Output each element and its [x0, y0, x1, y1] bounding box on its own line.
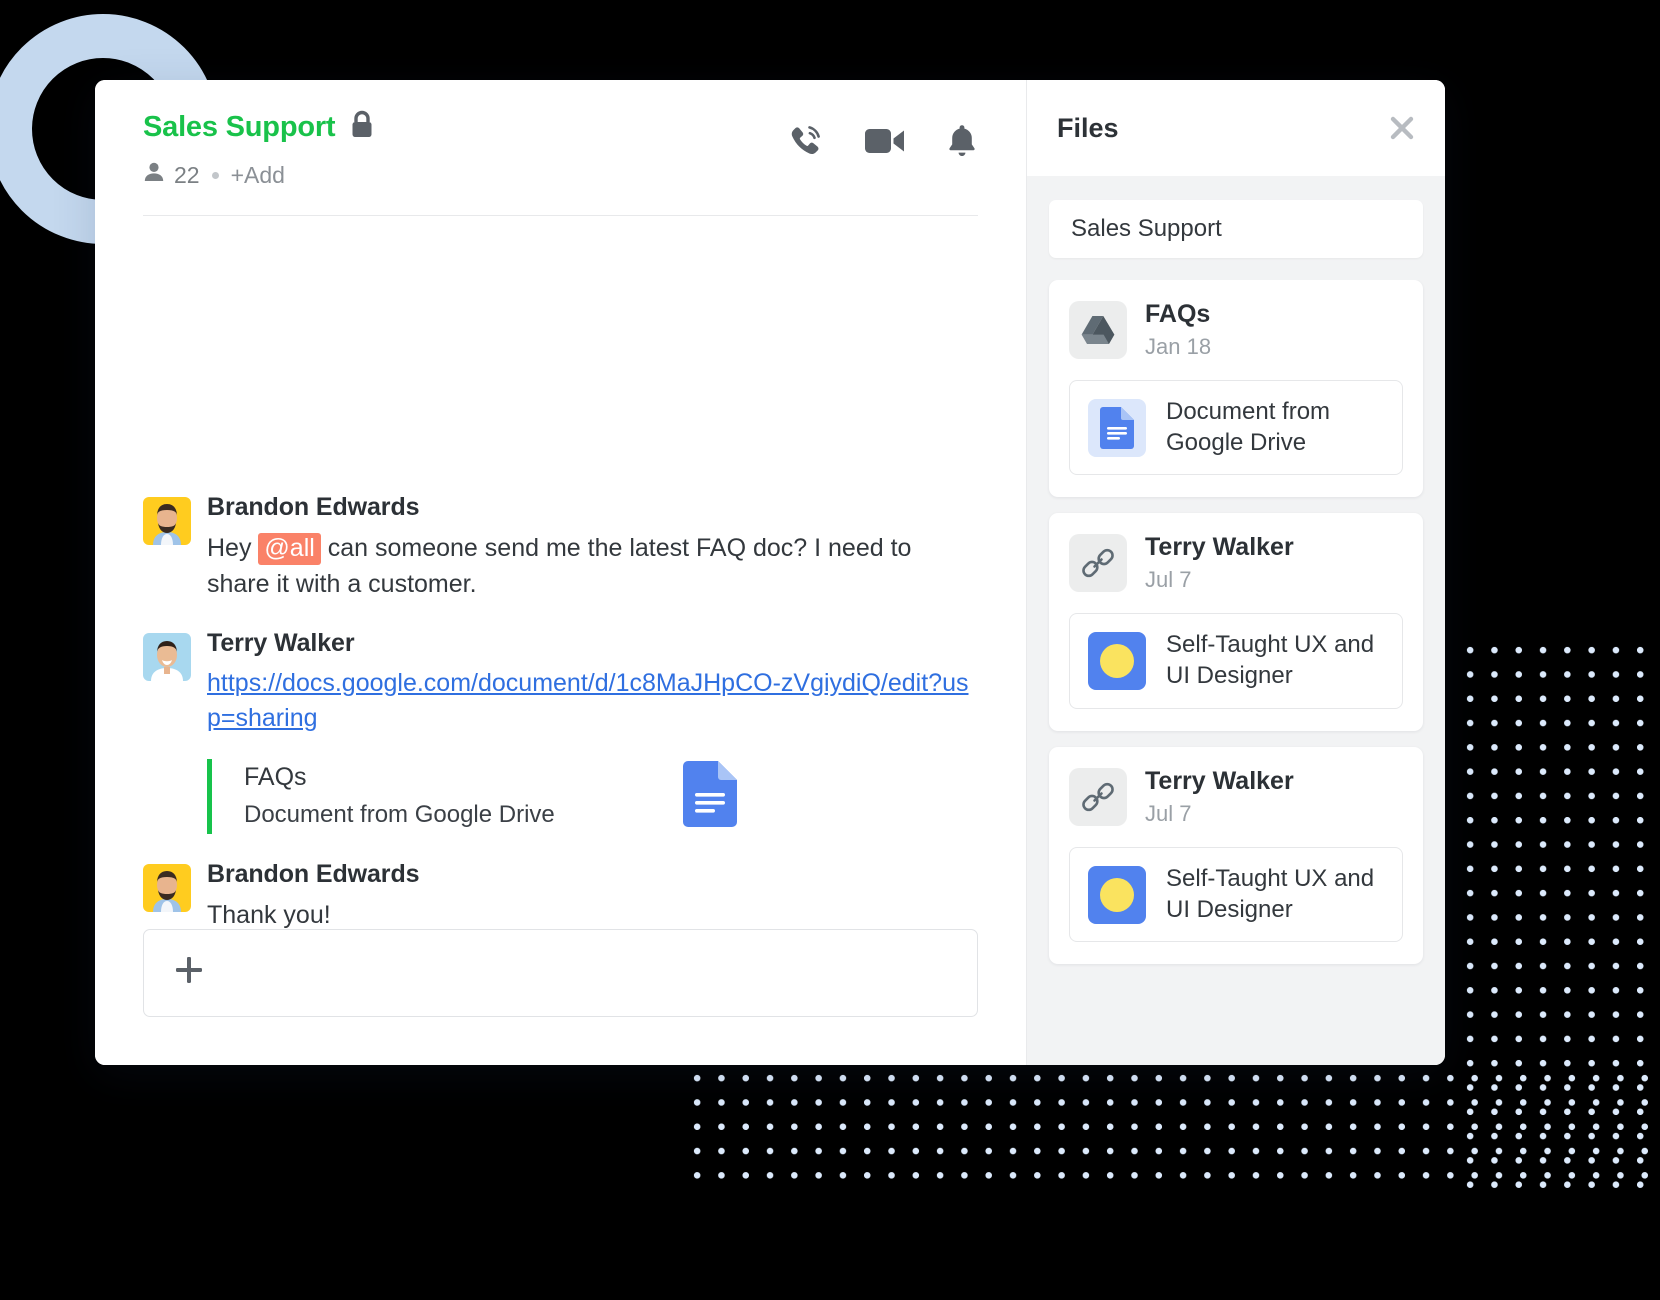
message-body: Brandon Edwards Hey @all can someone sen… — [207, 493, 978, 603]
chat-meta-row: 22 +Add — [143, 161, 978, 189]
file-item-label: Self-Taught UX and UI Designer — [1166, 631, 1375, 690]
file-item[interactable]: Self-Taught UX and UI Designer — [1069, 613, 1403, 709]
message-link[interactable]: https://docs.google.com/document/d/1c8Ma… — [207, 666, 978, 737]
file-card[interactable]: Terry Walker Jul 7 Self-Taught UX and UI… — [1049, 513, 1423, 731]
link-thumbnail — [1088, 865, 1146, 924]
files-search-input[interactable]: Sales Support — [1049, 200, 1423, 258]
file-card-header: FAQs Jan 18 — [1069, 300, 1403, 360]
files-panel: Files Sales Support FAQs Jan 18 Document… — [1027, 80, 1445, 1065]
files-search-wrap: Sales Support — [1027, 176, 1445, 280]
file-date: Jul 7 — [1145, 800, 1192, 826]
message-text: Thank you! — [207, 900, 331, 929]
message-composer[interactable] — [143, 929, 978, 1017]
file-card-header: Terry Walker Jul 7 — [1069, 533, 1403, 593]
avatar — [143, 496, 191, 545]
mention-chip[interactable]: @all — [258, 532, 321, 565]
link-icon — [1069, 534, 1127, 593]
file-name: Terry Walker — [1145, 766, 1294, 795]
file-card-texts: Terry Walker Jul 7 — [1145, 533, 1403, 593]
attachment-subtitle: Document from Google Drive — [244, 801, 555, 828]
call-icon[interactable] — [786, 122, 824, 165]
files-list: FAQs Jan 18 Document from Google Drive T… — [1027, 280, 1445, 1065]
file-card[interactable]: Terry Walker Jul 7 Self-Taught UX and UI… — [1049, 746, 1423, 965]
message-author: Brandon Edwards — [207, 859, 420, 888]
close-icon[interactable] — [1387, 113, 1417, 143]
avatar — [143, 632, 191, 681]
chat-header: Sales Support 22 +Add — [95, 80, 1026, 189]
message-body: Terry Walker https://docs.google.com/doc… — [207, 629, 978, 834]
thumbnail-circle — [1100, 644, 1134, 679]
decorative-dot-grid-bottom — [679, 1060, 1660, 1192]
page-root: Sales Support 22 +Add Brandon Edwards He… — [0, 0, 1660, 1300]
file-item-label: Self-Taught UX and UI Designer — [1166, 864, 1375, 923]
message-list: Brandon Edwards Hey @all can someone sen… — [143, 493, 978, 934]
attachment-preview[interactable]: FAQs Document from Google Drive — [207, 758, 737, 834]
chat-header-actions — [786, 122, 978, 165]
file-card-texts: FAQs Jan 18 — [1145, 300, 1403, 360]
file-item[interactable]: Self-Taught UX and UI Designer — [1069, 846, 1403, 943]
file-date: Jul 7 — [1145, 567, 1192, 593]
google-drive-icon — [1069, 301, 1127, 359]
message-area: Brandon Edwards Hey @all can someone sen… — [95, 216, 1026, 1065]
file-item[interactable]: Document from Google Drive — [1069, 380, 1403, 476]
chat-panel: Sales Support 22 +Add Brandon Edwards He… — [95, 80, 1027, 1065]
google-docs-icon — [1088, 398, 1146, 457]
message-text: Hey @all can someone send me the latest … — [207, 530, 978, 603]
file-date: Jan 18 — [1145, 334, 1212, 359]
app-window: Sales Support 22 +Add Brandon Edwards He… — [95, 80, 1445, 1065]
member-count: 22 — [174, 161, 200, 188]
link-icon — [1069, 767, 1127, 826]
bell-icon[interactable] — [946, 123, 978, 164]
lock-icon — [349, 110, 375, 145]
file-card[interactable]: FAQs Jan 18 Document from Google Drive — [1049, 280, 1423, 498]
link-thumbnail — [1088, 632, 1146, 691]
google-docs-icon — [683, 760, 737, 832]
message-item: Brandon Edwards Thank you! — [143, 860, 978, 934]
thumbnail-circle — [1100, 877, 1134, 912]
message-item: Brandon Edwards Hey @all can someone sen… — [143, 493, 978, 603]
avatar — [143, 863, 191, 912]
files-panel-header: Files — [1027, 80, 1445, 176]
add-member-button[interactable]: +Add — [231, 162, 285, 189]
message-text-before: Hey — [207, 533, 259, 562]
video-icon[interactable] — [864, 125, 906, 162]
person-icon — [143, 161, 165, 189]
file-name: Terry Walker — [1145, 533, 1294, 562]
plus-icon[interactable] — [172, 953, 206, 994]
message-body: Brandon Edwards Thank you! — [207, 860, 978, 934]
separator-dot — [211, 171, 219, 179]
files-panel-title: Files — [1057, 112, 1119, 143]
page-title: Sales Support — [143, 111, 336, 143]
message-item: Terry Walker https://docs.google.com/doc… — [143, 629, 978, 834]
file-card-texts: Terry Walker Jul 7 — [1145, 767, 1403, 827]
attachment-title: FAQs — [244, 763, 307, 791]
file-item-label: Document from Google Drive — [1166, 398, 1331, 456]
message-author: Brandon Edwards — [207, 492, 420, 521]
file-card-header: Terry Walker Jul 7 — [1069, 767, 1403, 827]
file-name: FAQs — [1145, 300, 1211, 328]
attachment-texts: FAQs Document from Google Drive — [244, 763, 665, 829]
message-author: Terry Walker — [207, 628, 355, 657]
